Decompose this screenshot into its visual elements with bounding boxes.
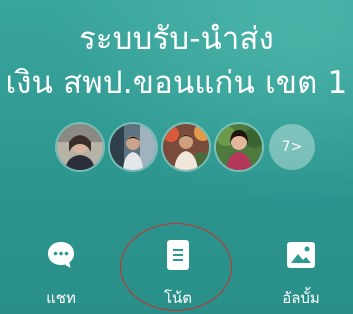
avatar-photo-4 [216, 124, 262, 170]
album-button[interactable]: อัลบั้ม [256, 238, 346, 312]
member-avatar-2[interactable] [110, 124, 156, 170]
avatar-photo-2 [110, 124, 156, 170]
group-actions-bar: แชท โน้ต อัลบั้ม [0, 238, 353, 314]
group-title-line1: ระบบรับ-นำส่ง [79, 21, 274, 57]
album-label: อัลบั้ม [282, 289, 320, 307]
avatar-photo-3 [163, 124, 209, 170]
member-avatar-4[interactable] [216, 124, 262, 170]
chat-button[interactable]: แชท [16, 238, 106, 312]
avatar-photo-1 [57, 124, 103, 170]
member-avatar-3[interactable] [163, 124, 209, 170]
group-title-line2: เงิน สพป.ขอนแก่น เขต 1 [5, 65, 348, 101]
more-members-button[interactable]: 7> [269, 124, 315, 170]
note-document-icon [161, 238, 195, 272]
note-label: โน้ต [163, 289, 193, 307]
chat-bubble-icon [44, 238, 78, 272]
member-avatar-1[interactable] [57, 124, 103, 170]
note-button[interactable]: โน้ต [133, 238, 223, 312]
album-image-icon [284, 238, 318, 272]
chat-label: แชท [46, 289, 76, 307]
member-avatars: 7> [57, 124, 315, 170]
